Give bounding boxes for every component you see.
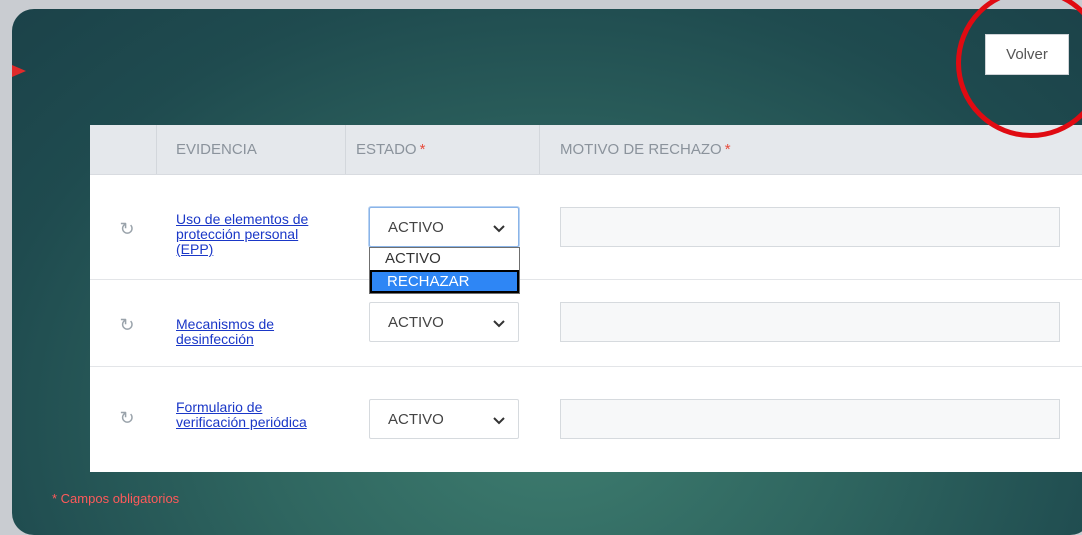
volver-button[interactable]: Volver (985, 34, 1069, 75)
estado-dropdown-list: ACTIVO RECHAZAR (369, 247, 520, 294)
evidence-table: EVIDENCIA ESTADO * MOTIVO DE RECHAZO * ↻… (90, 125, 1082, 472)
column-header-evidencia: EVIDENCIA (176, 125, 260, 174)
table-header: EVIDENCIA ESTADO * MOTIVO DE RECHAZO * (90, 125, 1082, 175)
table-row: ↻ Uso de elementos de protección persona… (90, 175, 1082, 280)
column-header-estado: ESTADO * (356, 125, 425, 174)
estado-select[interactable]: ACTIVO (369, 302, 519, 342)
table-row: ↻ Mecanismos de desinfección ACTIVO (90, 280, 1082, 367)
motivo-rechazo-input[interactable] (560, 207, 1060, 247)
motivo-rechazo-input[interactable] (560, 399, 1060, 439)
estado-select[interactable]: ACTIVO (369, 399, 519, 439)
column-divider (345, 125, 346, 174)
column-label: EVIDENCIA (176, 141, 257, 158)
chevron-down-icon (493, 320, 505, 328)
column-label: MOTIVO DE RECHAZO (560, 141, 722, 158)
motivo-rechazo-input[interactable] (560, 302, 1060, 342)
form-panel: EVIDENCIA ESTADO * MOTIVO DE RECHAZO * ↻… (12, 9, 1082, 535)
chevron-down-icon (493, 417, 505, 425)
refresh-icon[interactable]: ↻ (118, 316, 136, 334)
refresh-icon[interactable]: ↻ (118, 220, 136, 238)
select-value: ACTIVO (388, 219, 444, 236)
dropdown-option-activo[interactable]: ACTIVO (370, 248, 519, 270)
refresh-icon[interactable]: ↻ (118, 409, 136, 427)
select-value: ACTIVO (388, 411, 444, 428)
required-mark: * (419, 141, 426, 158)
table-row: ↻ Formulario de verificación periódica A… (90, 367, 1082, 472)
evidence-link[interactable]: Uso de elementos de protección personal … (176, 212, 336, 257)
evidence-link[interactable]: Mecanismos de desinfección (176, 317, 336, 347)
column-header-motivo: MOTIVO DE RECHAZO * (560, 125, 731, 174)
annotation-arrow-tip (12, 65, 26, 77)
chevron-down-icon (493, 225, 505, 233)
column-divider (539, 125, 540, 174)
dropdown-option-rechazar[interactable]: RECHAZAR (370, 270, 519, 293)
evidence-link[interactable]: Formulario de verificación periódica (176, 400, 336, 430)
required-mark: * (724, 141, 731, 158)
required-fields-note: * Campos obligatorios (52, 491, 180, 506)
column-label: ESTADO (356, 141, 417, 158)
select-value: ACTIVO (388, 314, 444, 331)
column-divider (156, 125, 157, 174)
estado-select[interactable]: ACTIVO (369, 207, 519, 247)
